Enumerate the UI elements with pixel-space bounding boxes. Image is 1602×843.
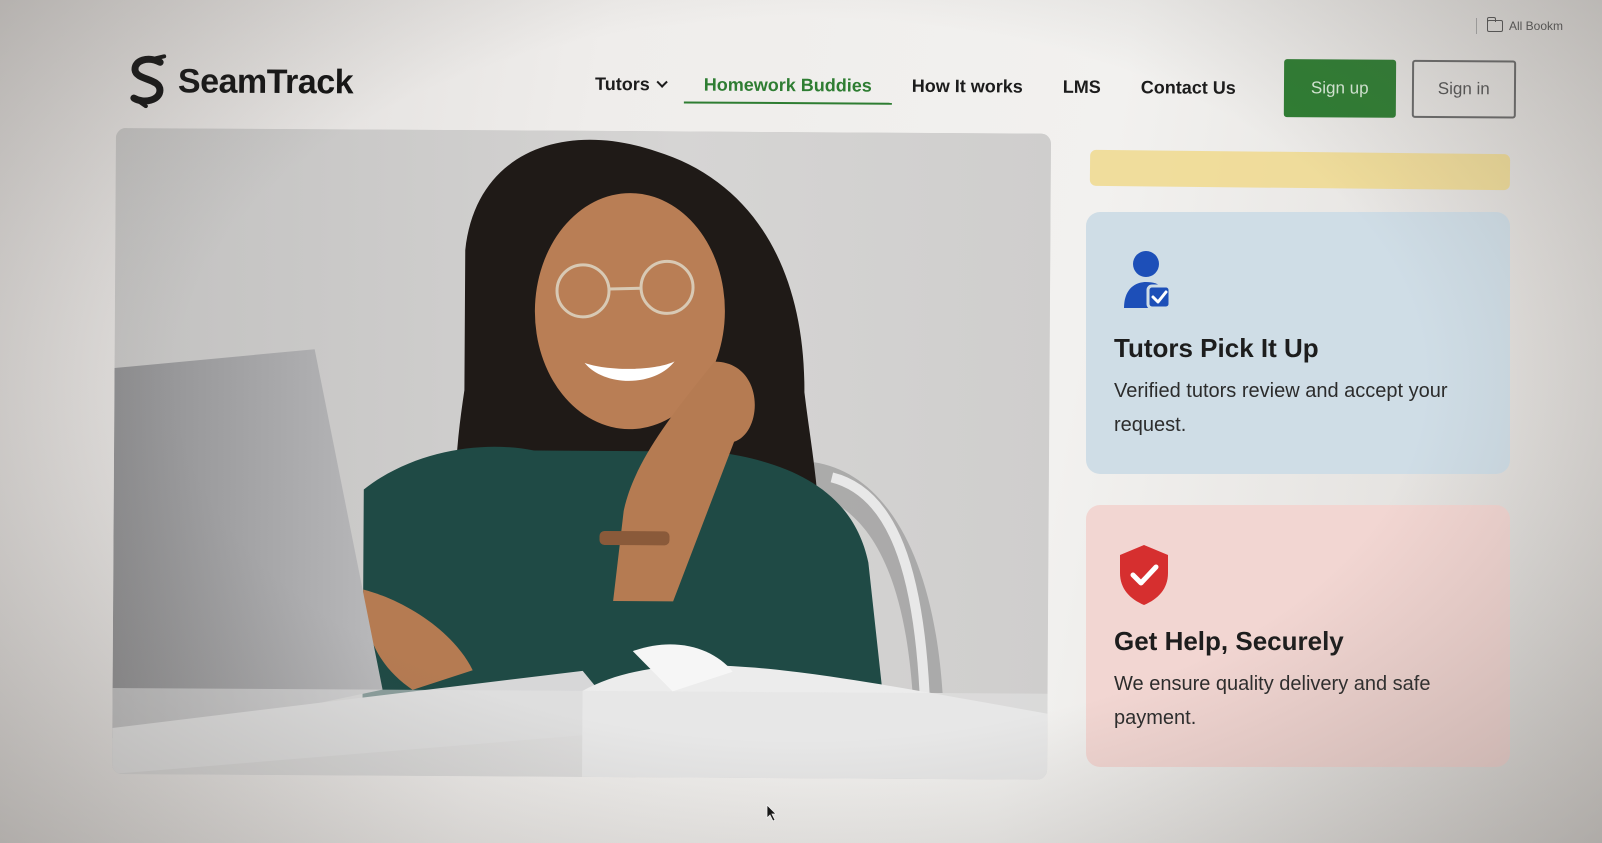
chevron-down-icon bbox=[656, 76, 668, 88]
feature-card-secure: Get Help, Securely We ensure quality del… bbox=[1086, 505, 1510, 767]
nav-item-label: Tutors bbox=[595, 73, 650, 94]
main-nav: Tutors Homework Buddies How It works LMS… bbox=[575, 65, 1256, 106]
nav-item-label: LMS bbox=[1062, 76, 1101, 97]
accent-bar bbox=[1089, 149, 1511, 191]
nav-item-lms[interactable]: LMS bbox=[1043, 68, 1121, 105]
nav-item-tutors[interactable]: Tutors bbox=[575, 65, 684, 103]
bookmarks-bar: All Bookm bbox=[1462, 14, 1602, 38]
card-text: Verified tutors review and accept your r… bbox=[1114, 380, 1448, 436]
sign-up-button[interactable]: Sign up bbox=[1283, 59, 1396, 118]
brand-logo[interactable]: SeamTrack bbox=[126, 54, 353, 109]
nav-item-homework-buddies[interactable]: Homework Buddies bbox=[683, 65, 892, 105]
bookmarks-divider bbox=[1476, 18, 1477, 34]
seamtrack-logo-icon bbox=[130, 54, 167, 109]
nav-item-label: Homework Buddies bbox=[703, 74, 872, 96]
hero-image bbox=[112, 128, 1051, 780]
feature-card-tutors: Tutors Pick It Up Verified tutors review… bbox=[1086, 212, 1510, 474]
nav-item-label: Contact Us bbox=[1140, 76, 1236, 98]
nav-item-label: How It works bbox=[911, 75, 1023, 97]
folder-icon[interactable] bbox=[1486, 17, 1503, 32]
site-header: SeamTrack Tutors Homework Buddies How It… bbox=[120, 36, 1541, 135]
shield-check-icon bbox=[1120, 545, 1168, 605]
sign-in-button[interactable]: Sign in bbox=[1411, 59, 1516, 119]
card-title: Get Help, Securely bbox=[1114, 626, 1344, 656]
verified-user-icon bbox=[1124, 251, 1172, 310]
card-text: We ensure quality delivery and safe paym… bbox=[1114, 673, 1431, 729]
nav-item-contact-us[interactable]: Contact Us bbox=[1121, 69, 1256, 107]
all-bookmarks-label[interactable]: All Bookm bbox=[1509, 19, 1563, 33]
nav-item-how-it-works[interactable]: How It works bbox=[892, 67, 1043, 105]
hero-photo-illustration bbox=[112, 128, 1051, 780]
mouse-pointer-icon bbox=[766, 804, 777, 822]
brand-name: SeamTrack bbox=[177, 61, 354, 101]
card-title: Tutors Pick It Up bbox=[1114, 333, 1319, 363]
screen: All Bookm SeamTrack Tutors Homework Budd… bbox=[0, 0, 1602, 843]
